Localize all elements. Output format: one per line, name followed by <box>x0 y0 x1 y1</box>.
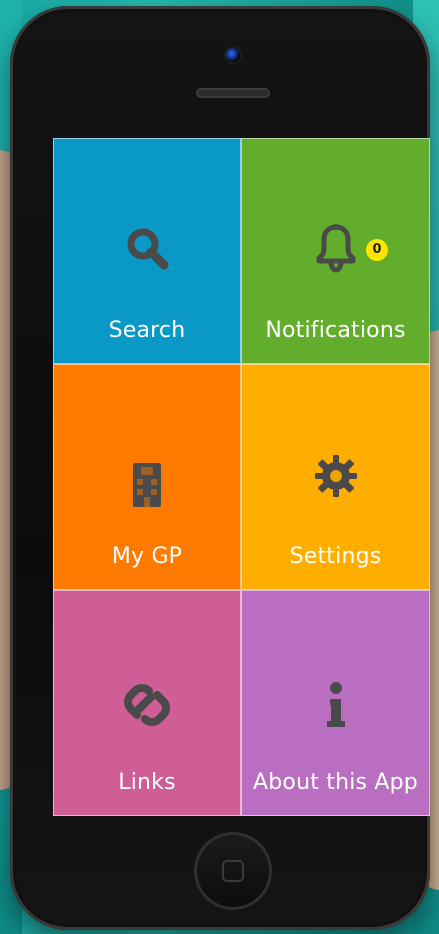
tile-about[interactable]: About this App <box>241 590 430 816</box>
gear-icon <box>311 451 361 505</box>
tile-label-links: Links <box>118 770 176 795</box>
hospital-building-icon <box>127 457 167 515</box>
tile-my-gp[interactable]: My GP <box>53 364 241 590</box>
phone-frame: Search 0 Notifications My GP Settings Li… <box>10 6 430 930</box>
tile-label-notifications: Notifications <box>265 318 406 343</box>
tile-notifications[interactable]: 0 Notifications <box>241 138 430 364</box>
tile-label-my-gp: My GP <box>111 544 183 569</box>
bell-icon <box>313 221 359 277</box>
tile-search[interactable]: Search <box>53 138 241 364</box>
tile-grid: Search 0 Notifications My GP Settings Li… <box>53 138 430 816</box>
tile-links[interactable]: Links <box>53 590 241 816</box>
search-icon <box>124 225 170 275</box>
app-screen: Search 0 Notifications My GP Settings Li… <box>53 138 430 816</box>
home-button[interactable] <box>194 832 272 910</box>
tile-label-settings: Settings <box>289 544 382 569</box>
tile-label-search: Search <box>108 318 186 343</box>
front-camera <box>226 48 240 62</box>
info-icon <box>321 679 351 735</box>
earpiece-speaker <box>196 88 270 98</box>
tile-settings[interactable]: Settings <box>241 364 430 590</box>
notifications-badge: 0 <box>366 239 388 261</box>
tile-label-about: About this App <box>253 770 418 795</box>
home-square-icon <box>222 860 244 882</box>
link-icon <box>121 679 173 735</box>
